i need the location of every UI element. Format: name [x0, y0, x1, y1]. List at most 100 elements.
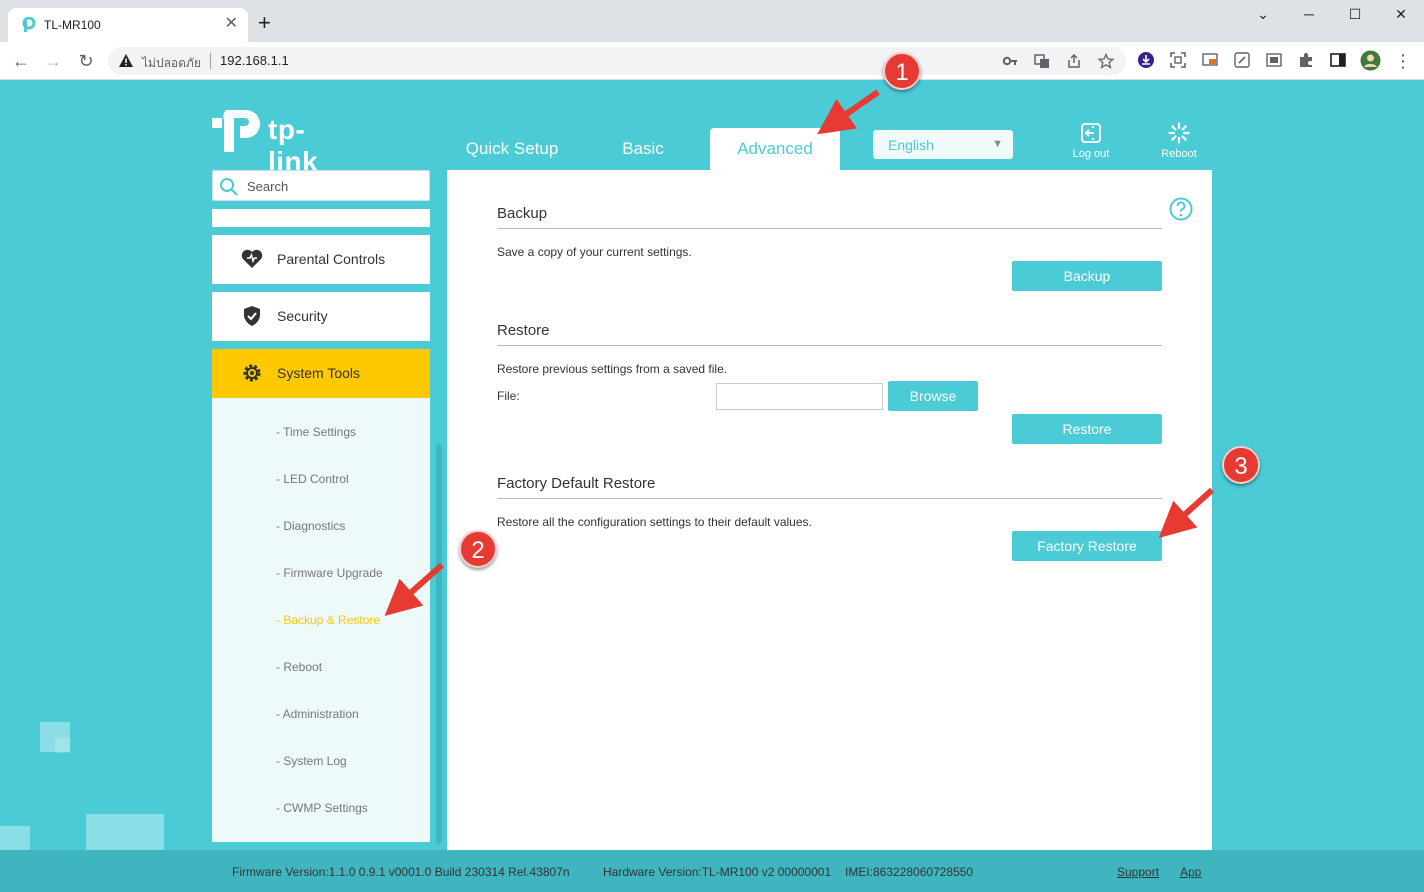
sidebar-item-label: System Tools [277, 365, 360, 381]
backup-description: Save a copy of your current settings. [497, 245, 692, 259]
warning-triangle-icon[interactable] [118, 53, 134, 69]
restore-description: Restore previous settings from a saved f… [497, 362, 728, 376]
language-selected: English [888, 137, 934, 153]
extensions-puzzle-icon[interactable] [1297, 51, 1315, 69]
submenu-time-settings[interactable]: - Time Settings [276, 425, 356, 439]
restore-section-title: Restore [497, 322, 550, 339]
backup-section-title: Backup [497, 205, 548, 222]
download-extension-icon[interactable] [1137, 51, 1155, 69]
reboot-label: Reboot [1161, 148, 1197, 160]
browser-menu-icon[interactable]: ⋮ [1392, 50, 1414, 72]
profile-avatar-icon[interactable] [1360, 50, 1381, 71]
screenshot-extension-icon[interactable] [1169, 51, 1187, 69]
factory-restore-button[interactable]: Factory Restore [1012, 531, 1162, 561]
browser-toolbar: ← → ↻ ไม่ปลอดภัย 192.168.1.1 ⋮ [0, 42, 1424, 80]
url-text[interactable]: 192.168.1.1 [220, 53, 289, 68]
back-arrow-icon[interactable]: ← [10, 50, 32, 72]
sidebar-item-label: Parental Controls [277, 251, 386, 267]
tab-search-chevron-icon[interactable]: ⌄ [1248, 6, 1278, 23]
factory-description: Restore all the configuration settings t… [497, 515, 812, 529]
submenu-reboot[interactable]: - Reboot [276, 660, 322, 674]
browser-tab-strip: TL-MR100 ✕ + ⌄ ─ ☐ ✕ [0, 0, 1424, 42]
address-bar[interactable]: ไม่ปลอดภัย 192.168.1.1 [108, 47, 1126, 75]
close-tab-icon[interactable]: ✕ [225, 15, 238, 33]
tp-link-favicon-icon [22, 17, 36, 32]
submenu-administration[interactable]: - Administration [276, 707, 359, 721]
help-question-icon[interactable] [1169, 197, 1193, 221]
firmware-version: Firmware Version:1.1.0 0.9.1 v0001.0 Bui… [232, 865, 570, 879]
key-icon[interactable] [1002, 53, 1018, 69]
reboot-button[interactable]: Reboot [1149, 122, 1209, 160]
minimize-window-button[interactable]: ─ [1294, 6, 1324, 22]
shield-icon [244, 306, 260, 326]
main-content: Backup Save a copy of your current setti… [447, 170, 1212, 850]
capture-extension-icon[interactable] [1265, 51, 1283, 69]
share-icon[interactable] [1066, 53, 1082, 69]
tab-basic[interactable]: Basic [588, 128, 698, 170]
annotation-marker-2: 2 [459, 530, 497, 568]
sidebar-scrollbar[interactable] [436, 444, 442, 844]
language-select[interactable]: English ▼ [873, 130, 1013, 159]
address-separator [210, 53, 211, 69]
chevron-down-icon: ▼ [992, 138, 1003, 150]
search-placeholder: Search [247, 179, 289, 194]
hardware-version: Hardware Version:TL-MR100 v2 00000001 [603, 865, 832, 879]
browser-tab[interactable]: TL-MR100 ✕ [8, 8, 248, 42]
file-path-input[interactable] [716, 383, 883, 410]
annotation-marker-3: 3 [1222, 446, 1260, 484]
submenu-system-log[interactable]: - System Log [276, 754, 347, 768]
close-window-button[interactable]: ✕ [1386, 6, 1416, 23]
decorative-square [86, 814, 164, 854]
new-tab-button[interactable]: + [258, 12, 271, 34]
side-panel-icon[interactable] [1329, 51, 1347, 69]
submenu-led-control[interactable]: - LED Control [276, 472, 349, 486]
imei-value: IMEI:863228060728550 [845, 865, 974, 879]
search-icon [220, 178, 238, 196]
translate-icon[interactable] [1034, 53, 1050, 69]
sidebar-item-label: Security [277, 308, 328, 324]
submenu-cwmp-settings[interactable]: - CWMP Settings [276, 801, 368, 815]
section-divider [497, 345, 1162, 346]
tab-quick-setup[interactable]: Quick Setup [452, 128, 572, 170]
reload-icon[interactable]: ↻ [75, 50, 97, 72]
sidebar-item-parental-controls[interactable]: Parental Controls [212, 235, 430, 284]
bookmark-star-icon[interactable] [1098, 53, 1114, 69]
page-footer: Firmware Version:1.1.0 0.9.1 v0001.0 Bui… [0, 850, 1424, 892]
annotation-arrow-1 [817, 89, 880, 135]
section-divider [497, 498, 1162, 499]
support-link[interactable]: Support [1117, 865, 1159, 879]
backup-button[interactable]: Backup [1012, 261, 1162, 291]
search-input[interactable]: Search [212, 170, 430, 201]
logo-text: tp-link [268, 114, 319, 177]
edit-extension-icon[interactable] [1233, 51, 1251, 69]
factory-section-title: Factory Default Restore [497, 475, 656, 492]
browse-button[interactable]: Browse [888, 381, 978, 411]
not-secure-label[interactable]: ไม่ปลอดภัย [142, 54, 201, 73]
tp-link-logo: tp-link [212, 102, 318, 177]
submenu-firmware-upgrade[interactable]: - Firmware Upgrade [276, 566, 383, 580]
logout-label: Log out [1072, 148, 1110, 160]
sidebar-item-security[interactable]: Security [212, 292, 430, 341]
system-tools-submenu: - Time Settings - LED Control - Diagnost… [212, 398, 430, 842]
submenu-backup-restore[interactable]: - Backup & Restore [276, 613, 380, 627]
heart-icon [241, 249, 263, 268]
section-divider [497, 228, 1162, 229]
gear-icon [243, 364, 261, 382]
sidebar-item-system-tools[interactable]: System Tools [212, 349, 430, 398]
file-label: File: [497, 389, 520, 403]
tab-title: TL-MR100 [44, 18, 101, 32]
restore-button[interactable]: Restore [1012, 414, 1162, 444]
annotation-marker-1: 1 [883, 52, 921, 90]
tab-advanced[interactable]: Advanced [710, 128, 840, 170]
sidebar-item-partial [212, 209, 430, 227]
logout-icon [1081, 123, 1101, 143]
maximize-window-button[interactable]: ☐ [1340, 6, 1370, 23]
reboot-spinner-icon [1168, 122, 1190, 144]
submenu-diagnostics[interactable]: - Diagnostics [276, 519, 345, 533]
forward-arrow-icon[interactable]: → [42, 50, 64, 72]
decorative-square [55, 738, 70, 753]
cast-extension-icon[interactable] [1201, 51, 1219, 69]
tp-link-logo-icon [212, 110, 260, 152]
logout-button[interactable]: Log out [1061, 122, 1121, 160]
app-link[interactable]: App [1180, 865, 1201, 879]
